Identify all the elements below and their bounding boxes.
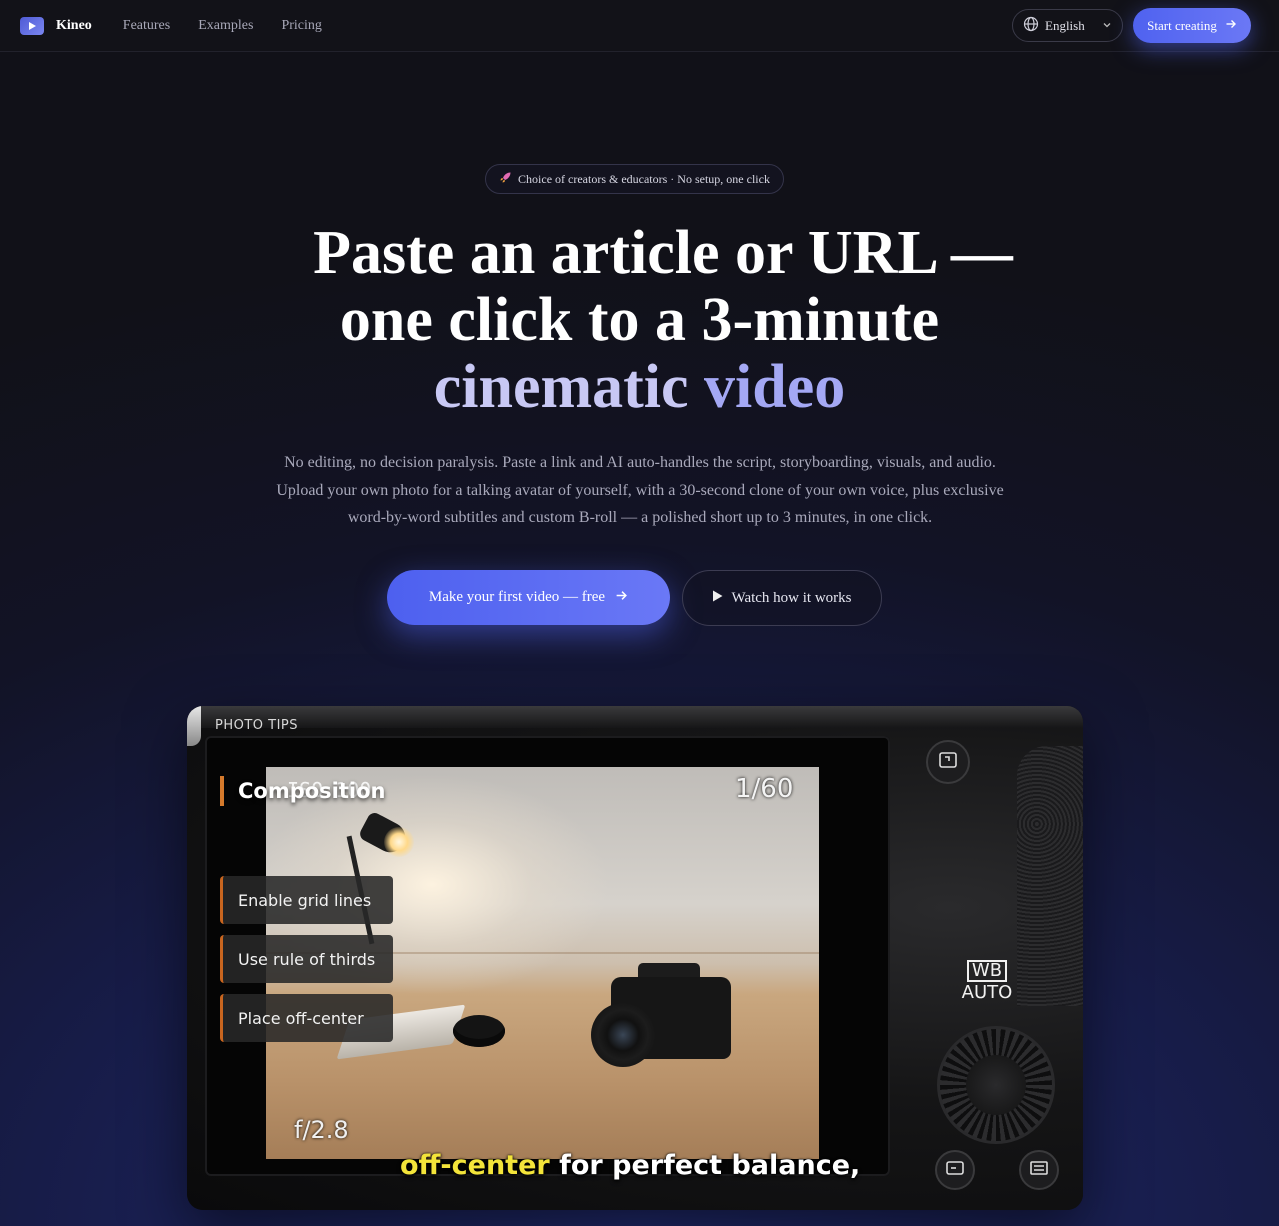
chevron-down-icon	[1102, 18, 1112, 34]
camera-top-edge	[187, 706, 1083, 728]
menu-icon	[1029, 1160, 1049, 1181]
subtitle-caption: off-center for perfect balance,	[400, 1150, 860, 1181]
brand-logo[interactable]: Kineo	[20, 16, 92, 35]
playback-icon	[938, 751, 958, 774]
top-nav: Kineo Features Examples Pricing English …	[0, 0, 1279, 52]
language-label: English	[1045, 17, 1085, 33]
demo-video-preview[interactable]: PHOTO TIPS ISO 100 Composition 1/60 Enab…	[187, 706, 1083, 1210]
photo-camera-lens	[591, 1003, 655, 1067]
wb-bottom: AUTO	[961, 982, 1013, 1003]
hero-subtext: No editing, no decision paralysis. Paste…	[276, 454, 1004, 526]
headline-accent-cinematic: cinematic	[433, 353, 689, 421]
make-first-video-label: Make your first video — free	[428, 589, 606, 605]
nav-link-pricing[interactable]: Pricing	[281, 18, 321, 34]
tip-item: Place off-center	[220, 994, 393, 1042]
make-first-video-button[interactable]: Make your first video — free	[387, 570, 670, 625]
shutter-readout: 1/60	[735, 774, 794, 804]
aperture-readout: f/2.8	[294, 1116, 349, 1144]
camera-corner	[187, 706, 201, 746]
lens-cap	[453, 1015, 505, 1047]
control-dial	[937, 1026, 1055, 1144]
dial-center	[966, 1055, 1026, 1115]
lamp-light	[384, 827, 414, 857]
tip-item: Enable grid lines	[220, 876, 393, 924]
watch-how-it-works-button[interactable]: Watch how it works	[682, 570, 882, 626]
headline-line-3: cinematic video	[0, 354, 1279, 421]
headline-line-2: one click to a 3-minute	[339, 286, 940, 354]
arrow-right-icon	[615, 589, 628, 607]
nav-links: Features Examples Pricing	[123, 18, 322, 34]
arrow-right-icon	[1225, 18, 1237, 34]
tip-item: Use rule of thirds	[220, 935, 393, 983]
language-selector[interactable]: English	[1012, 9, 1123, 42]
white-balance-label: WB AUTO	[957, 960, 1017, 1004]
headline-accent-video: video	[704, 353, 846, 421]
nav-link-examples[interactable]: Examples	[198, 18, 253, 34]
caption-text: for perfect balance,	[559, 1150, 861, 1181]
camera-button-bottom-left	[935, 1150, 975, 1190]
nav-actions: English Start creating	[1012, 8, 1251, 43]
camera-button-top	[926, 740, 970, 784]
video-title: Composition	[220, 776, 386, 806]
rocket-icon	[499, 171, 512, 188]
play-icon	[712, 590, 723, 607]
headline-line-1: Paste an article or URL —	[313, 219, 1013, 287]
globe-icon	[1023, 16, 1039, 36]
caption-highlight: off-center	[400, 1150, 550, 1181]
exposure-icon	[945, 1160, 965, 1181]
wb-top: WB	[966, 960, 1008, 982]
play-logo-icon	[20, 16, 44, 35]
hero-badge: Choice of creators & educators · No setu…	[485, 164, 784, 194]
watch-label: Watch how it works	[731, 589, 852, 606]
hero-headline: Paste an article or URL — one click to a…	[0, 220, 1279, 421]
nav-link-features[interactable]: Features	[123, 18, 170, 34]
video-category-label: PHOTO TIPS	[215, 718, 299, 733]
brand-name: Kineo	[56, 17, 92, 33]
camera-button-bottom-right	[1019, 1150, 1059, 1190]
camera-grip	[1017, 746, 1083, 1006]
badge-text: Choice of creators & educators · No setu…	[518, 171, 770, 186]
start-creating-label: Start creating	[1147, 17, 1217, 33]
start-creating-button[interactable]: Start creating	[1133, 8, 1251, 43]
